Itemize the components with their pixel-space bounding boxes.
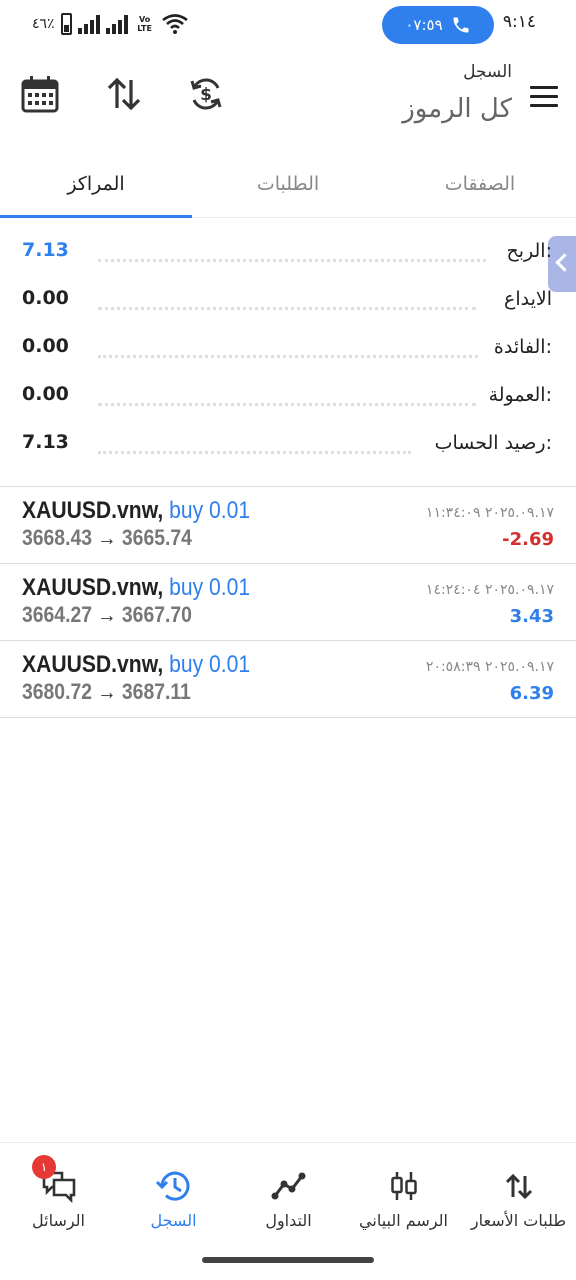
nav-trade[interactable]: التداول: [231, 1143, 346, 1243]
status-icons: ٤٦٪ Vo LTE: [32, 12, 188, 36]
summary-row-commission: العمولة: 0.00: [0, 372, 576, 420]
summary-row-profit: الربح: 7.13: [0, 228, 576, 276]
nav-chart[interactable]: الرسم البياني: [346, 1143, 461, 1243]
currency-exchange-icon[interactable]: $: [186, 74, 226, 114]
app-header: السجل كل الرموز $: [0, 56, 576, 136]
summary-section: الربح: 7.13 الايداع 0.00 الفائدة: 0.00 ا…: [0, 228, 576, 468]
close-price: 3667.70: [121, 602, 192, 627]
arrow-right-icon: →: [97, 679, 117, 704]
trade-icon: [271, 1172, 305, 1200]
signal-icon-2: [105, 14, 128, 34]
nav-history[interactable]: السجل: [116, 1143, 231, 1243]
summary-value: 0.00: [22, 383, 69, 405]
summary-value: 7.13: [22, 239, 69, 261]
nav-label: طلبات الأسعار: [470, 1211, 567, 1230]
close-price: 3665.74: [121, 525, 192, 550]
summary-value: 0.00: [22, 287, 69, 309]
bottom-nav: طلبات الأسعار الرسم البياني التداول السج…: [0, 1142, 576, 1242]
volte-icon: Vo LTE: [137, 15, 152, 33]
battery-percent: ٤٦٪: [32, 16, 55, 32]
summary-row-balance: رصيد الحساب: 7.13: [0, 420, 576, 468]
menu-icon[interactable]: [530, 86, 558, 108]
tab-positions[interactable]: المراكز: [0, 150, 192, 218]
list-item[interactable]: XAUUSD.vnw, buy 0.01 3668.43 → 3665.74 ٢٠٢…: [0, 487, 576, 564]
deal-symbol: XAUUSD.vnw,: [22, 497, 164, 524]
deal-datetime: ٢٠٢٥.٠٩.١٧ ٢٠:٥٨:٣٩: [425, 659, 554, 675]
candlestick-icon: [390, 1172, 417, 1200]
ongoing-call-pill[interactable]: ٠٧:٥٩: [382, 6, 494, 44]
call-duration: ٠٧:٥٩: [405, 16, 443, 34]
nav-quotes[interactable]: طلبات الأسعار: [461, 1143, 576, 1243]
nav-label: السجل: [150, 1211, 197, 1230]
open-price: 3664.27: [22, 602, 92, 627]
deal-datetime: ٢٠٢٥.٠٩.١٧ ١١:٣٤:٠٩: [425, 505, 554, 521]
summary-label: رصيد الحساب:: [434, 432, 552, 454]
nav-messages[interactable]: ١ الرسائل: [1, 1143, 116, 1243]
summary-label: العمولة:: [488, 384, 552, 406]
tab-orders[interactable]: الطلبات: [192, 150, 384, 218]
history-icon: [155, 1171, 189, 1201]
summary-label: الايداع: [504, 288, 552, 310]
summary-row-interest: الفائدة: 0.00: [0, 324, 576, 372]
tab-bar: الصفقات الطلبات المراكز: [0, 150, 576, 218]
deal-side: buy 0.01: [169, 574, 251, 601]
arrow-right-icon: →: [97, 525, 117, 550]
active-tab-indicator: [0, 215, 192, 218]
summary-row-deposit: الايداع 0.00: [0, 276, 576, 324]
battery-icon: [60, 13, 72, 35]
unread-badge: ١: [32, 1155, 56, 1179]
deal-symbol: XAUUSD.vnw,: [22, 651, 164, 678]
home-indicator[interactable]: [202, 1257, 374, 1263]
summary-value: 7.13: [22, 431, 69, 453]
wifi-icon: [161, 14, 188, 34]
nav-label: الرسائل: [32, 1211, 85, 1230]
status-bar: ٩:١٤ ٠٧:٥٩ ٤٦٪ Vo LTE: [0, 0, 576, 50]
sort-icon[interactable]: [104, 74, 144, 114]
list-item[interactable]: XAUUSD.vnw, buy 0.01 3664.27 → 3667.70 ٢٠٢…: [0, 564, 576, 641]
summary-label: الربح:: [506, 240, 552, 262]
open-price: 3668.43: [22, 525, 92, 550]
symbol-filter-title[interactable]: كل الرموز: [402, 94, 512, 124]
open-price: 3680.72: [22, 679, 92, 704]
deal-profit: 3.43: [509, 606, 554, 627]
close-price: 3687.11: [121, 679, 191, 704]
svg-text:$: $: [200, 85, 212, 105]
arrow-right-icon: →: [97, 602, 117, 627]
deal-profit: 6.39: [509, 683, 554, 704]
quotes-icon: [505, 1173, 532, 1200]
nav-label: الرسم البياني: [359, 1211, 448, 1230]
list-item[interactable]: XAUUSD.vnw, buy 0.01 3680.72 → 3687.11 ٢٠٢…: [0, 641, 576, 718]
deals-list: XAUUSD.vnw, buy 0.01 3668.43 → 3665.74 ٢٠٢…: [0, 487, 576, 718]
summary-value: 0.00: [22, 335, 69, 357]
signal-icon: [77, 14, 100, 34]
tab-deals[interactable]: الصفقات: [384, 150, 576, 218]
page-subtitle: السجل: [463, 62, 512, 82]
deal-side: buy 0.01: [169, 497, 251, 524]
deal-symbol: XAUUSD.vnw,: [22, 574, 164, 601]
phone-icon: [453, 17, 469, 33]
deal-side: buy 0.01: [169, 651, 251, 678]
summary-label: الفائدة:: [493, 336, 552, 358]
calendar-icon[interactable]: [20, 74, 60, 114]
nav-label: التداول: [265, 1211, 312, 1230]
deal-profit: -2.69: [502, 529, 554, 550]
status-time: ٩:١٤: [502, 12, 536, 32]
deal-datetime: ٢٠٢٥.٠٩.١٧ ١٤:٢٤:٠٤: [425, 582, 554, 598]
